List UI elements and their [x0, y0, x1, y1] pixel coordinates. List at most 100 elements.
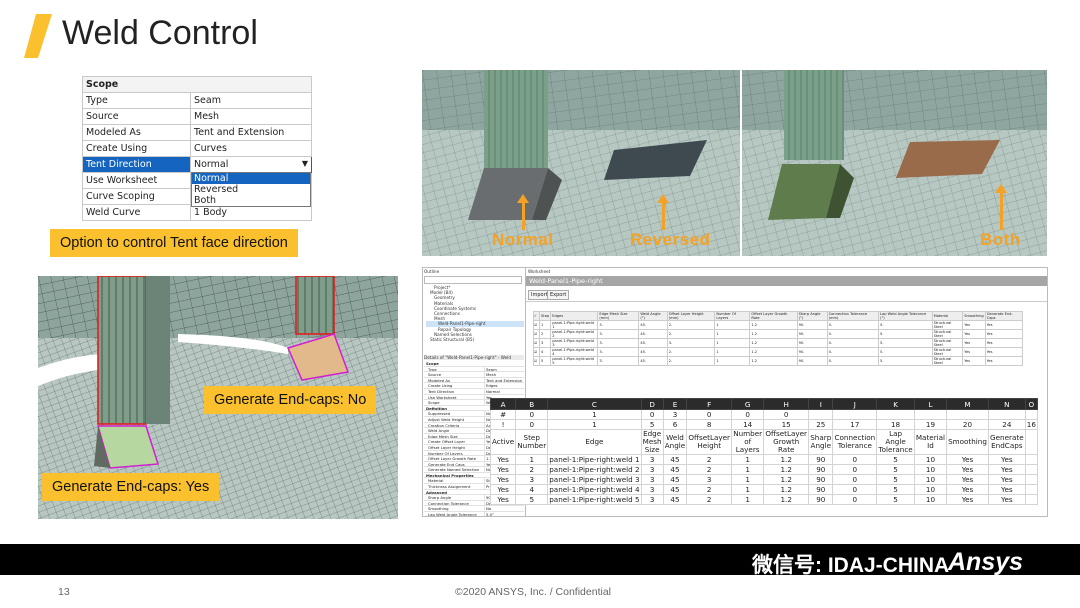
zoom-cell[interactable]: panel-1:Pipe-right:weld 4	[547, 484, 642, 495]
zoom-cell[interactable]: 3	[686, 474, 733, 485]
zoom-cell[interactable]: 1	[731, 494, 765, 505]
scope-row[interactable]: Create Using Curves	[82, 140, 312, 157]
zoom-cell[interactable]: 5	[876, 484, 915, 495]
zoom-row[interactable]: Yes 2 panel-1:Pipe-right:weld 2 3 45 2 1 1.2 90 0…	[489, 464, 1039, 475]
zoom-cell[interactable]: Yes	[946, 474, 989, 485]
scope-value[interactable]: Curves	[190, 140, 312, 157]
dropdown-option[interactable]: Reversed	[192, 184, 310, 195]
zoom-cell[interactable]: 1	[731, 454, 765, 465]
zoom-row[interactable]: Yes 1 panel-1:Pipe-right:weld 1 3 45 2 1 1.2 90 0…	[489, 454, 1039, 465]
scope-row[interactable]: Tent Direction Normal ▼	[82, 156, 312, 173]
outline-filter[interactable]	[424, 276, 522, 284]
zoom-cell[interactable]: 0	[832, 464, 878, 475]
zoom-cell[interactable]: 1	[731, 484, 765, 495]
scope-row[interactable]: Modeled As Tent and Extension	[82, 124, 312, 141]
scope-row[interactable]: Source Mesh	[82, 108, 312, 125]
details-row[interactable]: Lap Weld Angle Tolerance 5.0°	[424, 512, 524, 516]
zoom-cell[interactable]: 2	[686, 484, 733, 495]
zoom-cell[interactable]: Yes	[489, 474, 517, 485]
zoom-cell[interactable]: 1.2	[763, 494, 810, 505]
zoom-cell[interactable]: 5	[876, 454, 915, 465]
zoom-cell[interactable]: 1.2	[763, 484, 810, 495]
zoom-cell[interactable]: Yes	[987, 454, 1026, 465]
zoom-row[interactable]: Yes 3 panel-1:Pipe-right:weld 3 3 45 3 1 1.2 90 0…	[489, 474, 1039, 485]
zoom-cell[interactable]: 0	[832, 484, 878, 495]
zoom-cell[interactable]: 45	[662, 494, 688, 505]
zoom-cell[interactable]: panel-1:Pipe-right:weld 2	[547, 464, 642, 475]
zoom-cell[interactable]: 1	[731, 464, 765, 475]
zoom-cell[interactable]: 3	[640, 454, 664, 465]
zoom-cell[interactable]: Yes	[987, 464, 1026, 475]
zoom-cell[interactable]: 10	[913, 484, 948, 495]
zoom-cell[interactable]: 10	[913, 474, 948, 485]
worksheet-row[interactable]: ☑ 3 panel-1:Pipe-right:weld 3 3. 45. 3. 1 1.2 90…	[533, 338, 1024, 348]
zoom-cell[interactable]: Yes	[946, 494, 989, 505]
dropdown-option[interactable]: Normal	[192, 173, 310, 184]
zoom-cell[interactable]: 90	[808, 484, 834, 495]
tree-item[interactable]: Static Structural (B5)	[426, 337, 524, 342]
zoom-cell[interactable]: 45	[662, 484, 688, 495]
zoom-cell[interactable]: 1.2	[763, 454, 810, 465]
zoom-cell[interactable]: 2	[515, 464, 549, 475]
zoom-cell[interactable]: 45	[662, 464, 688, 475]
zoom-cell[interactable]: Yes	[946, 484, 989, 495]
zoom-cell[interactable]: 1	[515, 454, 549, 465]
zoom-cell[interactable]: 3	[640, 474, 664, 485]
export-button[interactable]: Export	[547, 290, 570, 300]
zoom-cell[interactable]: 10	[913, 464, 948, 475]
zoom-cell[interactable]: 10	[913, 454, 948, 465]
zoom-cell[interactable]: 10	[913, 494, 948, 505]
zoom-cell[interactable]: panel-1:Pipe-right:weld 3	[547, 474, 642, 485]
worksheet-row[interactable]: ☑ 4 panel-1:Pipe-right:weld 4 3. 45. 2. 1 1.2 90…	[533, 347, 1024, 357]
zoom-cell[interactable]: 3	[640, 484, 664, 495]
scope-row[interactable]: Type Seam	[82, 92, 312, 109]
zoom-cell[interactable]: 90	[808, 494, 834, 505]
zoom-cell[interactable]: Yes	[987, 474, 1026, 485]
zoom-cell[interactable]: Yes	[489, 454, 517, 465]
zoom-cell[interactable]: 5	[515, 494, 549, 505]
zoom-cell[interactable]: Yes	[489, 464, 517, 475]
zoom-cell[interactable]: Yes	[489, 484, 517, 495]
zoom-cell[interactable]: Yes	[489, 494, 517, 505]
worksheet-row[interactable]: ☑ 2 panel-1:Pipe-right:weld 2 3. 45. 2. 1 1.2 90…	[533, 329, 1024, 339]
zoom-cell[interactable]: Yes	[987, 484, 1026, 495]
zoom-cell[interactable]: 0	[832, 474, 878, 485]
zoom-cell[interactable]: 2	[686, 454, 733, 465]
zoom-cell[interactable]: 90	[808, 464, 834, 475]
scope-value[interactable]: Seam	[190, 92, 312, 109]
zoom-cell[interactable]: Yes	[946, 464, 989, 475]
zoom-cell[interactable]: 90	[808, 474, 834, 485]
zoom-cell[interactable]: 3	[515, 474, 549, 485]
scope-value[interactable]: Tent and Extension	[190, 124, 312, 141]
dropdown-option[interactable]: Both	[192, 195, 310, 206]
zoom-cell[interactable]: 0	[832, 454, 878, 465]
zoom-cell[interactable]: Yes	[987, 494, 1026, 505]
zoom-row[interactable]: Yes 4 panel-1:Pipe-right:weld 4 3 45 2 1 1.2 90 0…	[489, 484, 1039, 495]
worksheet-row[interactable]: ☑ 1 panel-1:Pipe-right:weld 1 3. 45. 2. 1 1.2 90…	[533, 320, 1024, 330]
zoom-cell[interactable]: Yes	[946, 454, 989, 465]
zoom-cell[interactable]: 5	[876, 464, 915, 475]
zoom-cell[interactable]: 3	[640, 464, 664, 475]
chevron-down-icon[interactable]: ▼	[302, 159, 308, 168]
zoom-cell[interactable]: 4	[515, 484, 549, 495]
scope-value[interactable]: Mesh	[190, 108, 312, 125]
zoom-cell[interactable]: 1	[731, 474, 765, 485]
tent-direction-dropdown-list[interactable]: Normal Reversed Both	[191, 172, 311, 207]
zoom-cell[interactable]: 1.2	[763, 474, 810, 485]
zoom-cell[interactable]: 2	[686, 494, 733, 505]
worksheet-row[interactable]: ☑ 5 panel-1:Pipe-right:weld 5 3. 45. 2. 1 1.2 90…	[533, 356, 1024, 366]
zoom-cell[interactable]: panel-1:Pipe-right:weld 5	[547, 494, 642, 505]
zoom-cell[interactable]: 45	[662, 474, 688, 485]
zoom-cell[interactable]: 2	[686, 464, 733, 475]
zoom-cell[interactable]: 0	[832, 494, 878, 505]
worksheet-tab[interactable]: Weld-Panel1-Pipe-right	[526, 276, 1047, 286]
scope-value[interactable]: Normal ▼	[190, 156, 312, 173]
zoom-cell[interactable]: 5	[876, 474, 915, 485]
zoom-cell[interactable]: 1.2	[763, 464, 810, 475]
zoom-cell[interactable]: 5	[876, 494, 915, 505]
zoom-cell[interactable]: 45	[662, 454, 688, 465]
zoom-cell[interactable]: 90	[808, 454, 834, 465]
zoom-cell[interactable]: panel-1:Pipe-right:weld 1	[547, 454, 642, 465]
zoom-row[interactable]: Yes 5 panel-1:Pipe-right:weld 5 3 45 2 1 1.2 90 0…	[489, 494, 1039, 505]
zoom-cell[interactable]: 3	[640, 494, 664, 505]
